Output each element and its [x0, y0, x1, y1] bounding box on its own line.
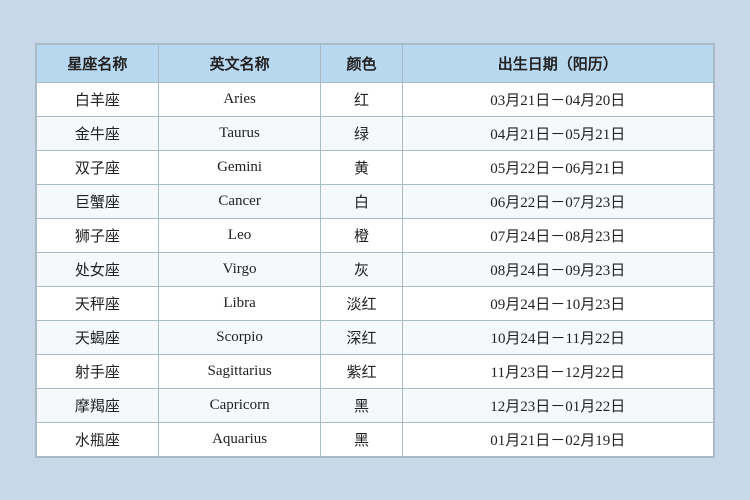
cell-color: 白: [321, 184, 402, 218]
table-row: 狮子座Leo橙07月24日－08月23日: [37, 218, 714, 252]
cell-date: 12月23日－01月22日: [402, 388, 713, 422]
header-date: 出生日期（阳历）: [402, 44, 713, 82]
cell-color: 灰: [321, 252, 402, 286]
table-header-row: 星座名称 英文名称 颜色 出生日期（阳历）: [37, 44, 714, 82]
cell-english: Leo: [158, 218, 320, 252]
cell-date: 10月24日－11月22日: [402, 320, 713, 354]
cell-date: 05月22日－06月21日: [402, 150, 713, 184]
table-row: 摩羯座Capricorn黑12月23日－01月22日: [37, 388, 714, 422]
cell-color: 淡红: [321, 286, 402, 320]
cell-date: 01月21日－02月19日: [402, 422, 713, 456]
table-row: 双子座Gemini黄05月22日－06月21日: [37, 150, 714, 184]
cell-date: 07月24日－08月23日: [402, 218, 713, 252]
table-row: 巨蟹座Cancer白06月22日－07月23日: [37, 184, 714, 218]
cell-color: 紫红: [321, 354, 402, 388]
cell-english: Libra: [158, 286, 320, 320]
cell-date: 11月23日－12月22日: [402, 354, 713, 388]
cell-english: Scorpio: [158, 320, 320, 354]
cell-date: 06月22日－07月23日: [402, 184, 713, 218]
table-row: 水瓶座Aquarius黑01月21日－02月19日: [37, 422, 714, 456]
table-row: 白羊座Aries红03月21日－04月20日: [37, 82, 714, 116]
table-row: 处女座Virgo灰08月24日－09月23日: [37, 252, 714, 286]
header-chinese: 星座名称: [37, 44, 159, 82]
cell-color: 黄: [321, 150, 402, 184]
table-row: 射手座Sagittarius紫红11月23日－12月22日: [37, 354, 714, 388]
table-row: 天秤座Libra淡红09月24日－10月23日: [37, 286, 714, 320]
cell-date: 03月21日－04月20日: [402, 82, 713, 116]
cell-date: 09月24日－10月23日: [402, 286, 713, 320]
cell-english: Sagittarius: [158, 354, 320, 388]
cell-english: Taurus: [158, 116, 320, 150]
cell-english: Capricorn: [158, 388, 320, 422]
zodiac-table: 星座名称 英文名称 颜色 出生日期（阳历） 白羊座Aries红03月21日－04…: [36, 44, 714, 457]
cell-chinese: 处女座: [37, 252, 159, 286]
cell-date: 08月24日－09月23日: [402, 252, 713, 286]
cell-chinese: 水瓶座: [37, 422, 159, 456]
cell-chinese: 射手座: [37, 354, 159, 388]
cell-english: Cancer: [158, 184, 320, 218]
cell-chinese: 天秤座: [37, 286, 159, 320]
cell-color: 黑: [321, 388, 402, 422]
cell-color: 红: [321, 82, 402, 116]
cell-chinese: 白羊座: [37, 82, 159, 116]
cell-chinese: 巨蟹座: [37, 184, 159, 218]
table-row: 金牛座Taurus绿04月21日－05月21日: [37, 116, 714, 150]
cell-english: Aquarius: [158, 422, 320, 456]
cell-chinese: 摩羯座: [37, 388, 159, 422]
cell-english: Gemini: [158, 150, 320, 184]
cell-chinese: 天蝎座: [37, 320, 159, 354]
cell-english: Virgo: [158, 252, 320, 286]
cell-color: 橙: [321, 218, 402, 252]
cell-color: 黑: [321, 422, 402, 456]
cell-chinese: 狮子座: [37, 218, 159, 252]
cell-chinese: 双子座: [37, 150, 159, 184]
header-english: 英文名称: [158, 44, 320, 82]
table-row: 天蝎座Scorpio深红10月24日－11月22日: [37, 320, 714, 354]
cell-chinese: 金牛座: [37, 116, 159, 150]
cell-date: 04月21日－05月21日: [402, 116, 713, 150]
cell-color: 绿: [321, 116, 402, 150]
cell-english: Aries: [158, 82, 320, 116]
zodiac-table-container: 星座名称 英文名称 颜色 出生日期（阳历） 白羊座Aries红03月21日－04…: [35, 43, 715, 458]
cell-color: 深红: [321, 320, 402, 354]
header-color: 颜色: [321, 44, 402, 82]
